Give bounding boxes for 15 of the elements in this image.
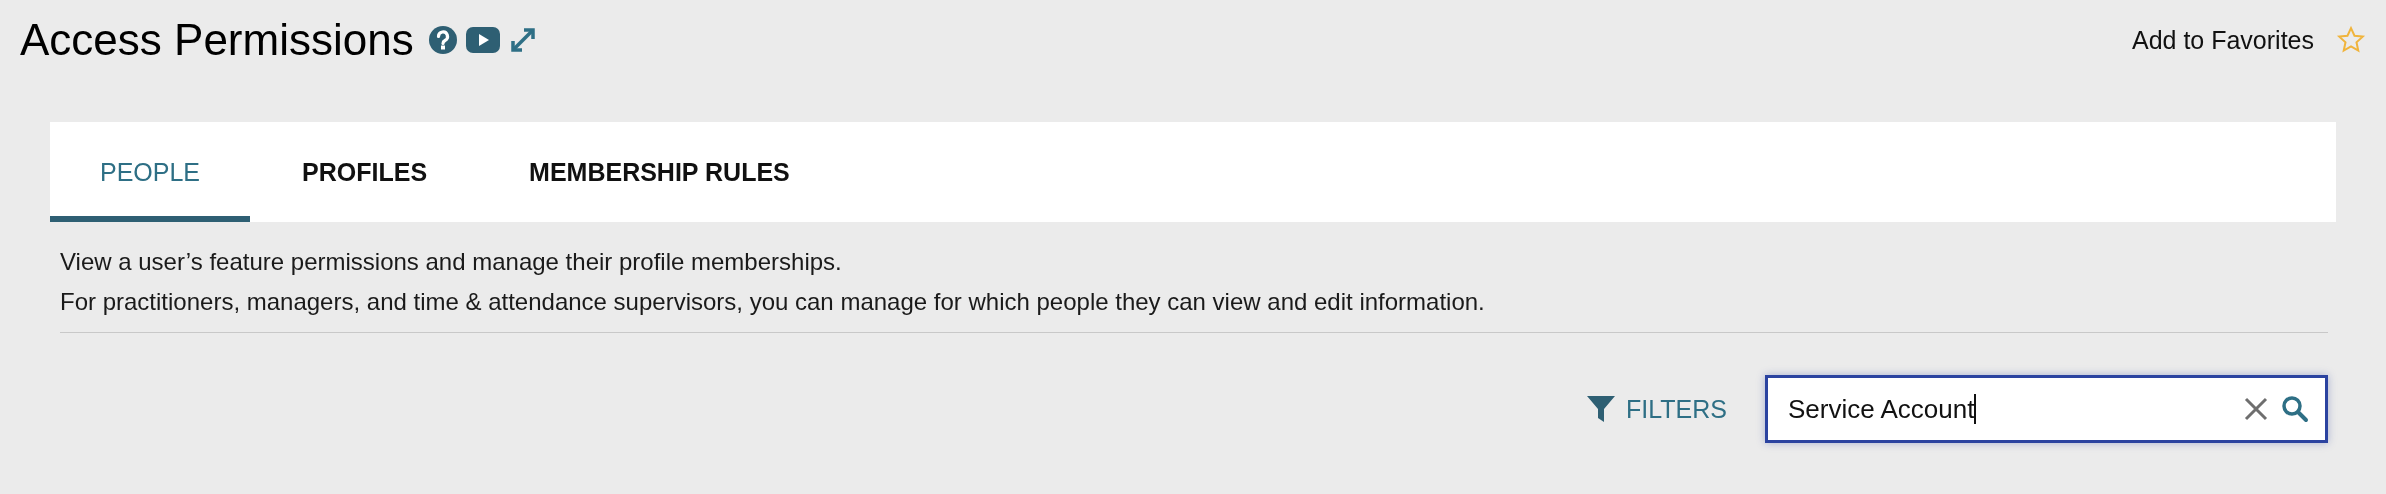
- description-text: For practitioners, managers, and time & attendance supervisors, you can manage for which people they can view and edit information.: [60, 287, 1486, 317]
- description-text: View a user’s feature permissions and manage their profile memberships.: [60, 247, 843, 277]
- video-icon[interactable]: [465, 27, 500, 53]
- search-field[interactable]: Service Account: [1765, 375, 2328, 443]
- filters-button[interactable]: FILTERS: [1626, 394, 1727, 424]
- filter-icon[interactable]: [1586, 394, 1617, 424]
- help-icon[interactable]: [427, 25, 458, 55]
- clear-icon[interactable]: [2243, 396, 2269, 422]
- add-to-favorites-link[interactable]: Add to Favorites: [2131, 25, 2314, 55]
- tab[interactable]: PEOPLE: [50, 122, 251, 222]
- search-icon[interactable]: [2281, 395, 2309, 423]
- star-icon[interactable]: [2336, 25, 2366, 55]
- tab[interactable]: PROFILES: [252, 122, 478, 222]
- tab[interactable]: MEMBERSHIP RULES: [479, 122, 840, 222]
- page-title: Access Permissions: [20, 15, 414, 65]
